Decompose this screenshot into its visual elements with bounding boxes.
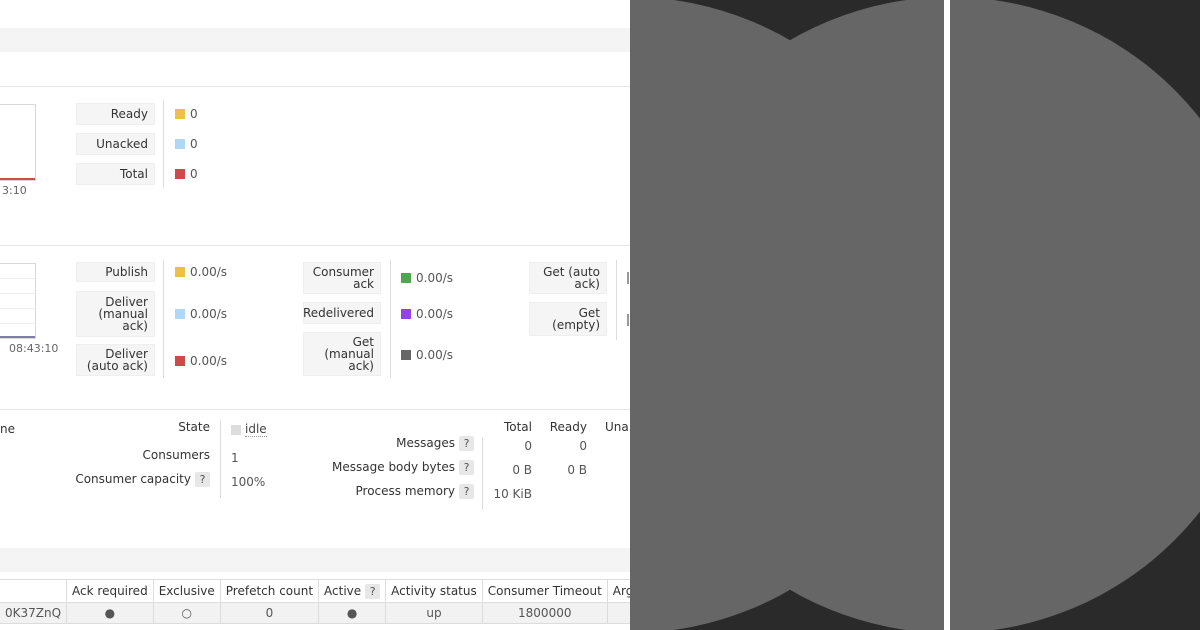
panel-divider bbox=[944, 0, 950, 630]
consumers-table: Ack required Exclusive Prefetch count Ac… bbox=[0, 579, 630, 624]
prefetch-count-cell: 0 bbox=[219, 602, 320, 624]
col-activity-status: Activity status bbox=[385, 579, 483, 603]
total-color-swatch bbox=[175, 169, 185, 179]
active-help-icon[interactable]: ? bbox=[365, 583, 381, 599]
message-rates-chart bbox=[0, 263, 36, 339]
consumers-label: Consumers bbox=[142, 448, 210, 462]
legend-get-manual-ack-label: Get (manual ack) bbox=[303, 332, 381, 376]
col-exclusive: Exclusive bbox=[152, 579, 221, 603]
state-value[interactable]: idle bbox=[245, 422, 267, 437]
ready-color-swatch bbox=[175, 109, 185, 119]
activity-status-cell: up bbox=[385, 602, 483, 624]
col-consumer-tag bbox=[0, 579, 68, 603]
process-memory-label: Process memory? bbox=[300, 484, 474, 499]
state-idle-indicator bbox=[231, 425, 241, 435]
total-value: 0 bbox=[190, 167, 198, 181]
publish-color-swatch bbox=[175, 267, 185, 277]
get-manual-rate: 0.00/s bbox=[416, 348, 454, 362]
unacked-value: 0 bbox=[190, 137, 198, 151]
cut-swatch bbox=[627, 314, 629, 326]
messages-total: 0 bbox=[524, 439, 532, 453]
stats-header-unacked: Una bbox=[605, 420, 629, 434]
consumer-ack-rate: 0.00/s bbox=[416, 271, 454, 285]
arguments-cell bbox=[606, 602, 630, 624]
queue-details-page: 3:10 Ready Unacked Total 0 0 0 08:43:10 … bbox=[0, 0, 630, 630]
messages-help-icon[interactable]: ? bbox=[459, 436, 474, 451]
body-bytes-total: 0 B bbox=[512, 463, 532, 477]
col-consumer-timeout: Consumer Timeout bbox=[481, 579, 608, 603]
unacked-color-swatch bbox=[175, 139, 185, 149]
queued-chart-time-label: 3:10 bbox=[2, 184, 27, 197]
message-body-bytes-help-icon[interactable]: ? bbox=[459, 460, 474, 475]
consumers-section-bar bbox=[0, 548, 630, 572]
messages-label: Messages? bbox=[300, 436, 474, 451]
legend-ready-label: Ready bbox=[76, 103, 155, 125]
legend-publish-label: Publish bbox=[76, 262, 155, 282]
section-header-bar bbox=[0, 28, 630, 52]
legend-separator bbox=[163, 100, 164, 188]
deliver-manual-rate: 0.00/s bbox=[190, 307, 228, 321]
legend-consumer-ack-label: Consumer ack bbox=[303, 262, 381, 294]
get-manual-color-swatch bbox=[401, 350, 411, 360]
consumer-timeout-cell: 1800000 bbox=[481, 602, 608, 624]
deliver-auto-color-swatch bbox=[175, 356, 185, 366]
messages-ready: 0 bbox=[579, 439, 587, 453]
legend-deliver-auto-ack-label: Deliver (auto ack) bbox=[76, 344, 155, 376]
legend-unacked-label: Unacked bbox=[76, 133, 155, 155]
legend-deliver-manual-ack-label: Deliver (manual ack) bbox=[76, 291, 155, 337]
state-label: State bbox=[178, 420, 210, 434]
col-ack-required: Ack required bbox=[66, 579, 154, 603]
total-series-line bbox=[0, 178, 35, 180]
legend-get-empty-label: Get (empty) bbox=[529, 302, 607, 336]
cut-swatch bbox=[627, 272, 629, 284]
body-bytes-ready: 0 B bbox=[567, 463, 587, 477]
legend-total-label: Total bbox=[76, 163, 155, 185]
ready-value: 0 bbox=[190, 107, 198, 121]
col-active: Active? bbox=[318, 579, 387, 603]
details-heading-cut: ne bbox=[0, 422, 15, 436]
col-arguments: Argu bbox=[606, 579, 630, 603]
legend-separator bbox=[390, 260, 391, 378]
redelivered-color-swatch bbox=[401, 309, 411, 319]
consumer-tag-cell[interactable]: 0K37ZnQ bbox=[0, 602, 68, 624]
consumer-capacity-help-icon[interactable]: ? bbox=[195, 472, 210, 487]
consumers-value: 1 bbox=[231, 451, 239, 465]
stats-header-ready: Ready bbox=[549, 420, 587, 434]
rates-series-line bbox=[0, 336, 35, 338]
consumer-ack-color-swatch bbox=[401, 273, 411, 283]
consumer-capacity-value: 100% bbox=[231, 475, 266, 489]
half-circle-graphic bbox=[630, 0, 1200, 630]
deliver-manual-color-swatch bbox=[175, 309, 185, 319]
section-divider bbox=[0, 409, 630, 410]
legend-separator bbox=[163, 260, 164, 378]
section-divider bbox=[0, 86, 630, 87]
legend-separator bbox=[616, 260, 617, 340]
legend-redelivered-label: Redelivered bbox=[303, 302, 381, 324]
ack-required-cell: ● bbox=[66, 602, 154, 624]
message-body-bytes-label: Message body bytes? bbox=[300, 460, 474, 475]
redelivered-rate: 0.00/s bbox=[416, 307, 454, 321]
process-memory-total: 10 KiB bbox=[493, 487, 532, 501]
col-prefetch-count: Prefetch count bbox=[219, 579, 320, 603]
process-memory-help-icon[interactable]: ? bbox=[459, 484, 474, 499]
active-cell: ● bbox=[318, 602, 387, 624]
section-divider bbox=[0, 245, 630, 246]
exclusive-cell: ○ bbox=[152, 602, 221, 624]
deliver-auto-rate: 0.00/s bbox=[190, 354, 228, 368]
table-row: 0K37ZnQ ● ○ 0 ● up 1800000 bbox=[0, 602, 630, 624]
consumer-capacity-label: Consumer capacity? bbox=[40, 472, 210, 487]
legend-get-auto-ack-label: Get (auto ack) bbox=[529, 262, 607, 294]
stats-header-total: Total bbox=[503, 420, 532, 434]
publish-rate: 0.00/s bbox=[190, 265, 228, 279]
queued-messages-chart bbox=[0, 104, 36, 181]
decorative-side-panel bbox=[630, 0, 1200, 630]
details-separator bbox=[220, 420, 221, 498]
rates-chart-time-label: 08:43:10 bbox=[9, 342, 59, 355]
